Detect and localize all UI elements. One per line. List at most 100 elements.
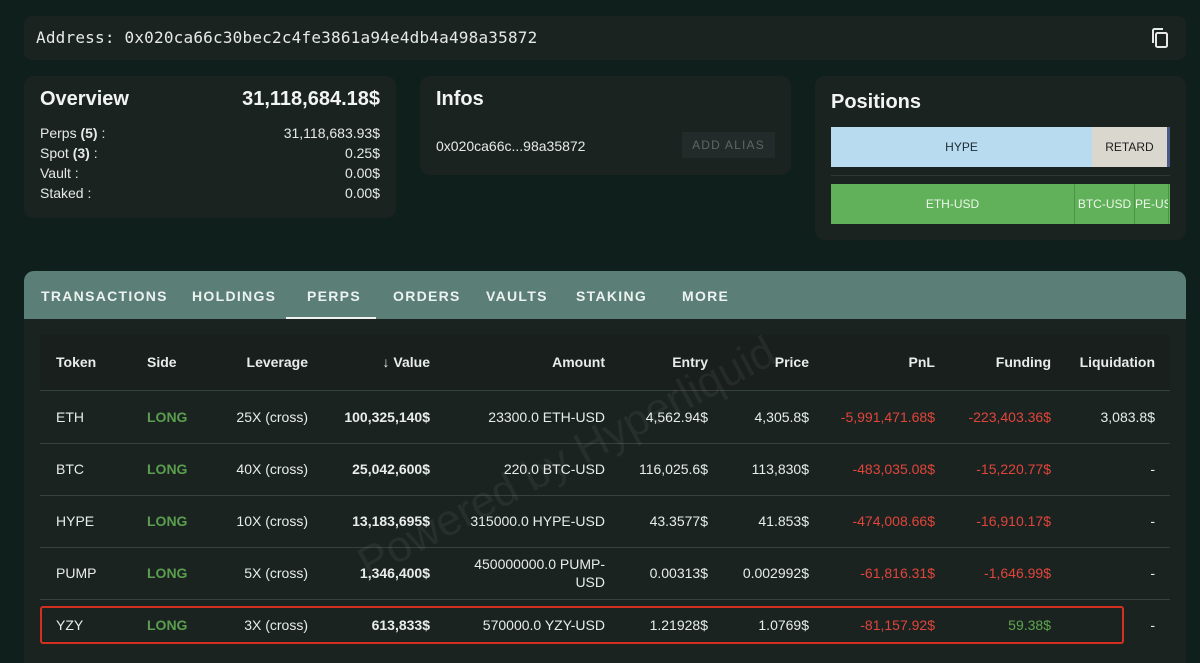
cell-value: 13,183,695$ — [352, 513, 430, 529]
perp-allocation-bar: ETH-USD BTC-USD PE-US — [831, 184, 1170, 224]
cell-amount: 220.0 BTC-USD — [503, 461, 605, 477]
infos-title: Infos — [436, 88, 484, 110]
cell-price: 1.0769$ — [758, 617, 809, 633]
spot-allocation-bar: HYPE RETARD — [831, 127, 1170, 167]
allocation-segment-btc[interactable]: BTC-USD — [1074, 184, 1134, 224]
column-header-price[interactable]: Price — [775, 354, 809, 370]
cell-price: 113,830$ — [751, 461, 809, 477]
overview-label: Vault — [40, 165, 71, 181]
cell-amount: 23300.0 ETH-USD — [488, 409, 605, 425]
cell-liquidation: - — [1150, 565, 1155, 581]
allocation-segment-eth[interactable]: ETH-USD — [831, 184, 1074, 224]
table-header: Token Side Leverage ↓ Value Amount Entry… — [40, 335, 1170, 391]
overview-value: 0.00$ — [344, 185, 380, 201]
cell-funding: -15,220.77$ — [976, 461, 1051, 477]
cell-token: BTC — [56, 461, 84, 477]
cell-liquidation: - — [1150, 617, 1155, 633]
cell-leverage: 5X (cross) — [244, 565, 308, 581]
cell-funding: -223,403.36$ — [968, 409, 1051, 425]
tab-transactions[interactable]: TRANSACTIONS — [41, 288, 168, 304]
overview-value: 0.00$ — [344, 165, 380, 181]
column-header-amount[interactable]: Amount — [552, 354, 605, 370]
tab-bar: TRANSACTIONS HOLDINGS PERPS ORDERS VAULT… — [24, 271, 1186, 319]
short-address: 0x020ca66c...98a35872 — [436, 138, 586, 154]
cell-price: 4,305.8$ — [754, 409, 810, 425]
cell-entry: 43.3577$ — [649, 513, 708, 529]
copy-icon[interactable] — [1148, 26, 1172, 50]
cell-token: HYPE — [56, 513, 95, 529]
cell-liquidation: 3,083.8$ — [1100, 409, 1156, 425]
cell-entry: 1.21928$ — [649, 617, 708, 633]
column-header-funding[interactable]: Funding — [996, 354, 1051, 370]
overview-colon: : — [83, 185, 92, 201]
infos-card: Infos 0x020ca66c...98a35872 ADD ALIAS — [420, 76, 791, 175]
overview-colon: : — [89, 145, 98, 161]
cell-side: LONG — [147, 617, 188, 633]
column-header-side[interactable]: Side — [147, 354, 177, 370]
overview-label: Staked — [40, 185, 84, 201]
allocation-segment-hype[interactable]: HYPE — [831, 127, 1092, 167]
tab-staking[interactable]: STAKING — [576, 288, 647, 304]
overview-count: (5) — [80, 125, 98, 141]
table-row[interactable]: ETH LONG 25X (cross) 100,325,140$ 23300.… — [40, 392, 1170, 444]
tab-holdings[interactable]: HOLDINGS — [192, 288, 276, 304]
cell-pnl: -474,008.66$ — [852, 513, 935, 529]
column-header-token[interactable]: Token — [56, 354, 96, 370]
overview-row-spot: Spot (3) : 0.25$ — [40, 145, 380, 165]
overview-label: Perps — [40, 125, 77, 141]
cell-funding: -1,646.99$ — [984, 565, 1051, 581]
allocation-segment-other[interactable] — [1168, 184, 1170, 224]
cell-side: LONG — [147, 409, 188, 425]
cell-token: YZY — [56, 617, 84, 633]
overview-row-vault: Vault : 0.00$ — [40, 165, 380, 185]
table-row[interactable]: HYPE LONG 10X (cross) 13,183,695$ 315000… — [40, 496, 1170, 548]
wallet-address: Address: 0x020ca66c30bec2c4fe3861a94e4db… — [36, 28, 538, 47]
tab-perps[interactable]: PERPS — [307, 288, 361, 304]
sort-arrow-icon: ↓ — [382, 354, 390, 370]
cell-value: 25,042,600$ — [352, 461, 430, 477]
cell-price: 0.002992$ — [742, 565, 809, 581]
tab-vaults[interactable]: VAULTS — [486, 288, 548, 304]
overview-title: Overview — [40, 88, 129, 110]
cell-token: PUMP — [56, 565, 97, 581]
cell-leverage: 40X (cross) — [236, 461, 308, 477]
table-row[interactable]: BTC LONG 40X (cross) 25,042,600$ 220.0 B… — [40, 444, 1170, 496]
overview-row-perps: Perps (5) : 31,118,683.93$ — [40, 125, 380, 145]
overview-count: (3) — [72, 145, 90, 161]
overview-colon: : — [97, 125, 106, 141]
allocation-segment-pump[interactable]: PE-US — [1134, 184, 1168, 224]
column-header-value[interactable]: ↓ Value — [383, 354, 430, 370]
column-header-leverage[interactable]: Leverage — [247, 354, 308, 370]
allocation-segment-other[interactable] — [1167, 127, 1170, 167]
cell-entry: 116,025.6$ — [638, 461, 708, 477]
positions-card: Positions HYPE RETARD ETH-USD BTC-USD PE… — [815, 76, 1186, 240]
cell-pnl: -61,816.31$ — [860, 565, 935, 581]
column-header-pnl[interactable]: PnL — [909, 354, 935, 370]
cell-leverage: 25X (cross) — [236, 409, 308, 425]
column-header-entry[interactable]: Entry — [672, 354, 708, 370]
cell-amount: 315000.0 HYPE-USD — [470, 513, 605, 529]
cell-side: LONG — [147, 565, 188, 581]
column-header-value-label: Value — [393, 354, 430, 370]
cell-liquidation: - — [1150, 513, 1155, 529]
add-alias-button[interactable]: ADD ALIAS — [682, 132, 775, 158]
column-header-liquidation[interactable]: Liquidation — [1080, 354, 1155, 370]
perps-panel: TRANSACTIONS HOLDINGS PERPS ORDERS VAULT… — [24, 271, 1186, 663]
cell-funding: 59.38$ — [1008, 617, 1051, 633]
tab-orders[interactable]: ORDERS — [393, 288, 461, 304]
allocation-segment-retard[interactable]: RETARD — [1092, 127, 1167, 167]
table-row[interactable]: PUMP LONG 5X (cross) 1,346,400$ 45000000… — [40, 548, 1170, 600]
cell-leverage: 3X (cross) — [244, 617, 308, 633]
table-row[interactable]: YZY LONG 3X (cross) 613,833$ 570000.0 YZ… — [40, 600, 1170, 652]
overview-card: Overview 31,118,684.18$ Perps (5) : 31,1… — [24, 76, 396, 218]
cell-price: 41.853$ — [758, 513, 809, 529]
tab-more[interactable]: MORE — [682, 288, 729, 304]
active-tab-indicator — [286, 317, 376, 319]
overview-value: 0.25$ — [344, 145, 380, 161]
cell-leverage: 10X (cross) — [236, 513, 308, 529]
cell-value: 613,833$ — [371, 617, 430, 633]
cell-value: 100,325,140$ — [344, 409, 430, 425]
cell-pnl: -5,991,471.68$ — [840, 409, 935, 425]
cell-value: 1,346,400$ — [359, 565, 430, 581]
cell-amount: 450000000.0 PUMP-USD — [474, 556, 605, 590]
